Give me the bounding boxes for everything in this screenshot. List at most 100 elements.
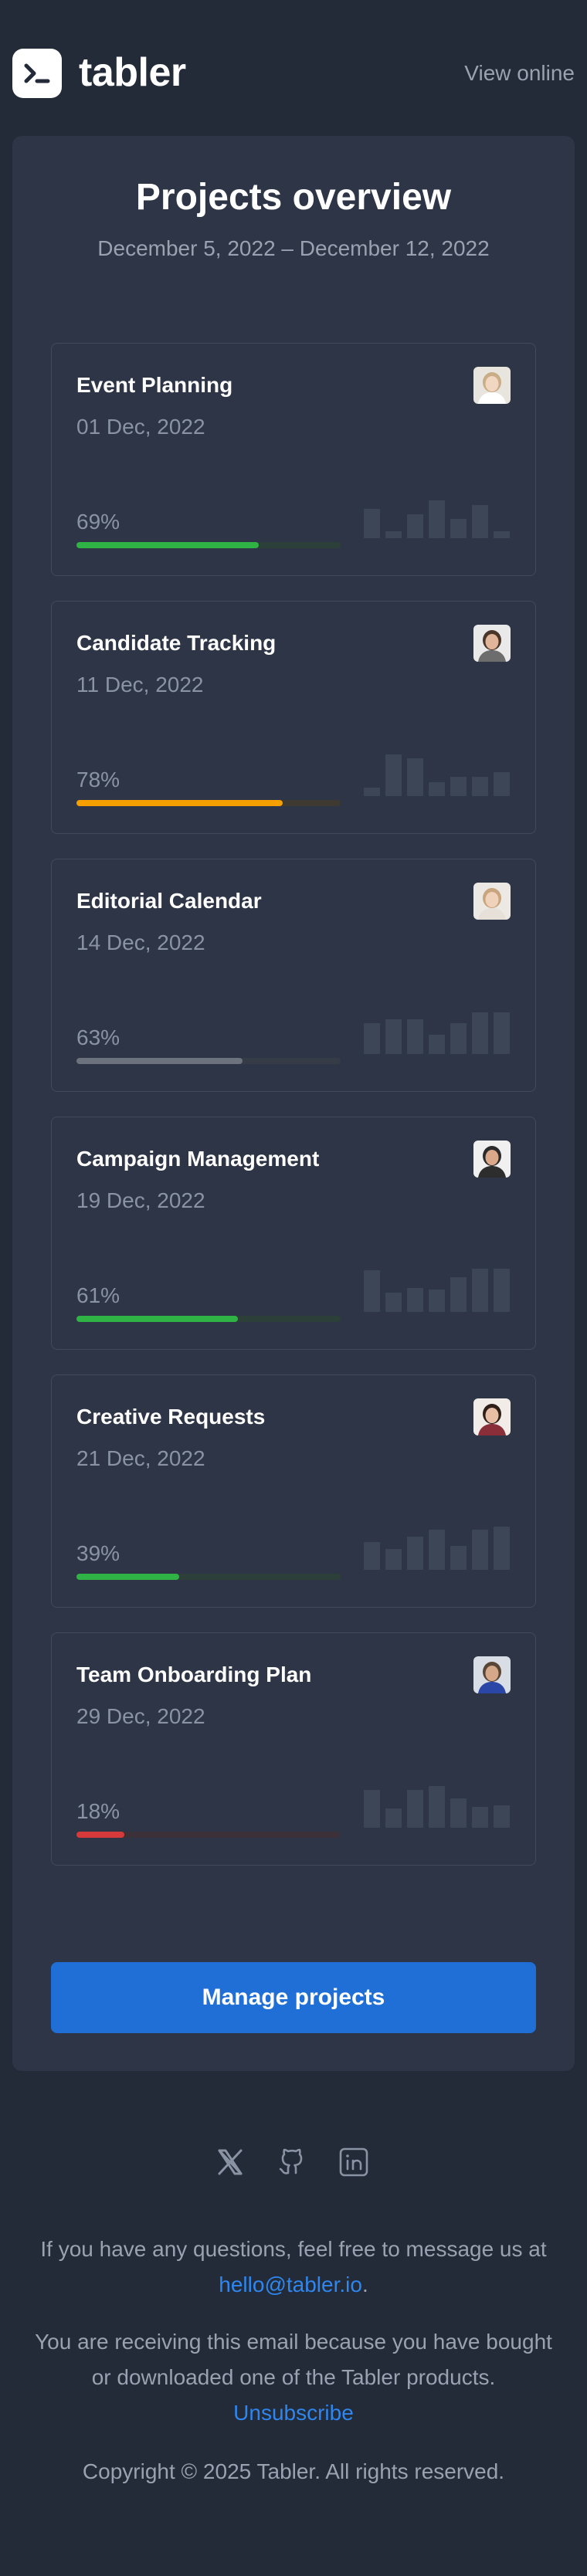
sparkline-bar bbox=[472, 777, 488, 796]
sparkline-bar bbox=[364, 1023, 380, 1054]
email-header: tabler View online bbox=[0, 0, 587, 139]
project-card[interactable]: Event Planning 01 Dec, 2022 69% bbox=[51, 343, 536, 576]
sparkline-bar bbox=[450, 1798, 467, 1828]
sparkline-bar bbox=[450, 1023, 467, 1054]
activity-sparkline bbox=[364, 1785, 512, 1828]
sparkline-bar bbox=[494, 1805, 510, 1828]
avatar bbox=[473, 1141, 511, 1178]
copyright: Copyright © 2025 Tabler. All rights rese… bbox=[82, 2459, 505, 2483]
project-name: Campaign Management bbox=[76, 1147, 320, 1171]
project-card[interactable]: Campaign Management 19 Dec, 2022 61% bbox=[51, 1117, 536, 1350]
sparkline-bar bbox=[494, 1012, 510, 1054]
sparkline-bar bbox=[407, 1288, 423, 1312]
sparkline-bar bbox=[472, 505, 488, 538]
sparkline-bar bbox=[450, 777, 467, 796]
project-date: 29 Dec, 2022 bbox=[76, 1704, 205, 1728]
brand-name: tabler bbox=[79, 50, 186, 95]
sparkline-bar bbox=[407, 1019, 423, 1054]
activity-sparkline bbox=[364, 495, 512, 538]
progress-percent: 39% bbox=[76, 1541, 120, 1565]
activity-sparkline bbox=[364, 1011, 512, 1054]
progress-fill bbox=[76, 800, 283, 806]
project-date: 11 Dec, 2022 bbox=[76, 673, 204, 697]
project-name: Event Planning bbox=[76, 373, 233, 397]
activity-sparkline bbox=[364, 1269, 512, 1312]
project-date: 01 Dec, 2022 bbox=[76, 415, 205, 439]
unsubscribe-link[interactable]: Unsubscribe bbox=[233, 2401, 354, 2425]
project-card[interactable]: Candidate Tracking 11 Dec, 2022 78% bbox=[51, 601, 536, 834]
project-card[interactable]: Editorial Calendar 14 Dec, 2022 63% bbox=[51, 859, 536, 1092]
sparkline-bar bbox=[407, 758, 423, 796]
progress-bar bbox=[76, 1574, 341, 1580]
sparkline-bar bbox=[407, 1537, 423, 1570]
sparkline-bar bbox=[364, 788, 380, 796]
sparkline-bar bbox=[385, 754, 402, 796]
tabler-logo-icon[interactable] bbox=[12, 49, 62, 98]
project-card[interactable]: Team Onboarding Plan 29 Dec, 2022 18% bbox=[51, 1632, 536, 1866]
sparkline-bar bbox=[472, 1530, 488, 1570]
x-icon[interactable] bbox=[215, 2147, 246, 2178]
sparkline-bar bbox=[429, 1530, 445, 1570]
avatar bbox=[473, 883, 511, 920]
sparkline-bar bbox=[407, 514, 423, 538]
sparkline-bar bbox=[385, 1293, 402, 1312]
progress-fill bbox=[76, 1574, 180, 1580]
email-suffix: . bbox=[361, 2273, 368, 2296]
sparkline-bar bbox=[494, 531, 510, 538]
manage-projects-button[interactable]: Manage projects bbox=[51, 1962, 536, 2033]
progress-percent: 61% bbox=[76, 1283, 120, 1307]
project-name: Creative Requests bbox=[76, 1405, 266, 1429]
sparkline-bar bbox=[494, 1527, 510, 1570]
avatar bbox=[473, 625, 511, 662]
progress-fill bbox=[76, 542, 259, 548]
sparkline-bar bbox=[429, 782, 445, 796]
project-date: 21 Dec, 2022 bbox=[76, 1446, 205, 1470]
activity-sparkline bbox=[364, 1527, 512, 1570]
sparkline-bar bbox=[429, 1035, 445, 1054]
page-title: Projects overview bbox=[135, 177, 452, 218]
progress-fill bbox=[76, 1058, 243, 1064]
sparkline-bar bbox=[494, 772, 510, 796]
progress-bar bbox=[76, 1058, 341, 1064]
project-card[interactable]: Creative Requests 21 Dec, 2022 39% bbox=[51, 1374, 536, 1608]
sparkline-bar bbox=[450, 519, 467, 538]
progress-percent: 63% bbox=[76, 1025, 120, 1049]
sparkline-bar bbox=[364, 1542, 380, 1570]
email-link[interactable]: hello@tabler.io bbox=[219, 2273, 362, 2296]
sparkline-bar bbox=[472, 1012, 488, 1054]
project-date: 14 Dec, 2022 bbox=[76, 930, 205, 954]
questions-text: If you have any questions, feel free to … bbox=[40, 2237, 547, 2261]
receiving-line-1: You are receiving this email because you… bbox=[35, 2330, 552, 2354]
sparkline-bar bbox=[407, 1790, 423, 1828]
project-date: 19 Dec, 2022 bbox=[76, 1188, 205, 1212]
avatar bbox=[473, 1398, 511, 1435]
footer-receiving: You are receiving this email because you… bbox=[0, 2324, 587, 2431]
sparkline-bar bbox=[385, 1808, 402, 1828]
sparkline-bar bbox=[385, 1019, 402, 1054]
footer-questions: If you have any questions, feel free to … bbox=[0, 2232, 587, 2303]
sparkline-bar bbox=[472, 1269, 488, 1312]
project-name: Editorial Calendar bbox=[76, 889, 262, 913]
sparkline-bar bbox=[364, 509, 380, 538]
progress-bar bbox=[76, 542, 341, 548]
sparkline-bar bbox=[429, 1786, 445, 1828]
sparkline-bar bbox=[364, 1790, 380, 1828]
view-online-link[interactable]: View online bbox=[464, 60, 575, 86]
avatar bbox=[473, 367, 511, 404]
linkedin-icon[interactable] bbox=[338, 2147, 369, 2178]
sparkline-bar bbox=[429, 1290, 445, 1312]
progress-fill bbox=[76, 1316, 238, 1322]
sparkline-bar bbox=[472, 1807, 488, 1828]
progress-bar bbox=[76, 1316, 341, 1322]
project-name: Candidate Tracking bbox=[76, 631, 277, 655]
progress-bar bbox=[76, 800, 341, 806]
progress-percent: 69% bbox=[76, 510, 120, 534]
receiving-line-2: or downloaded one of the Tabler products… bbox=[91, 2365, 496, 2389]
progress-fill bbox=[76, 1832, 124, 1838]
sparkline-bar bbox=[385, 531, 402, 538]
sparkline-bar bbox=[364, 1270, 380, 1312]
github-icon[interactable] bbox=[277, 2147, 307, 2178]
avatar bbox=[473, 1656, 511, 1693]
date-range: December 5, 2022 – December 12, 2022 bbox=[97, 236, 490, 260]
project-name: Team Onboarding Plan bbox=[76, 1663, 312, 1686]
